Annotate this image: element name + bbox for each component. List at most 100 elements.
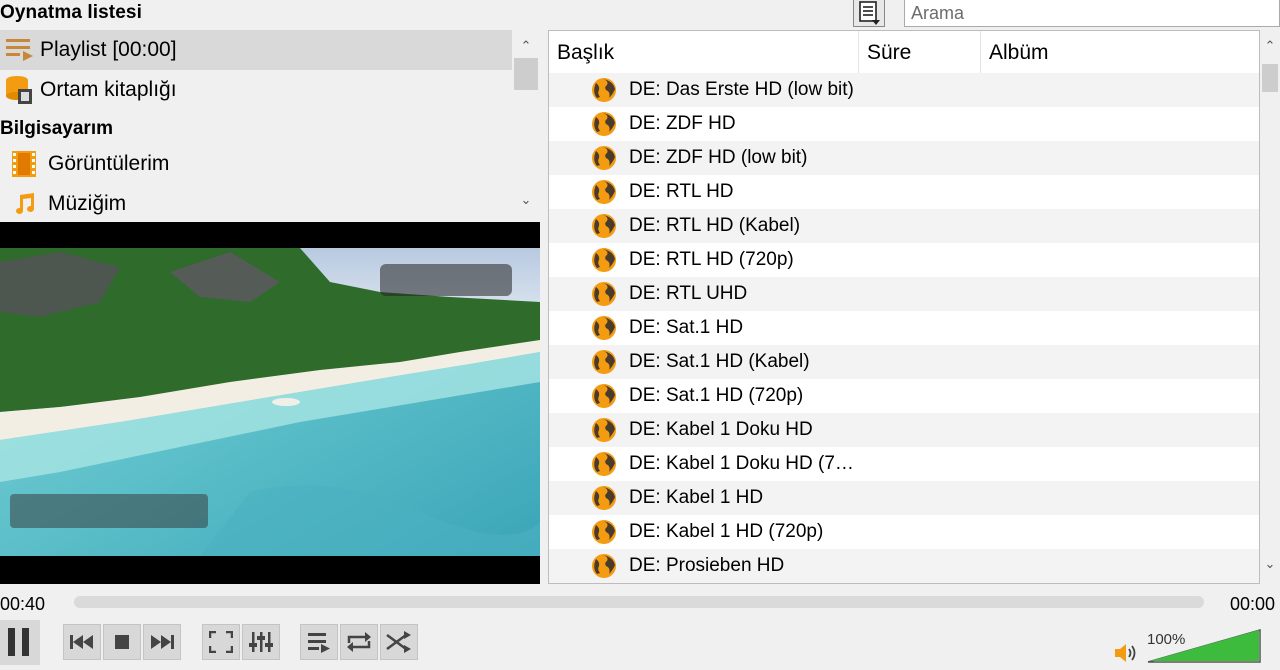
table-row[interactable]: DE: ZDF HD [549, 107, 1259, 141]
network-stream-icon [591, 145, 617, 177]
playlist-view-button[interactable] [853, 0, 885, 27]
table-row[interactable]: DE: RTL UHD [549, 277, 1259, 311]
playlist-toggle-icon [308, 633, 330, 653]
playlist-table: Başlık Süre Albüm DE: Das Erste HD (low … [548, 30, 1260, 584]
column-header-album[interactable]: Albüm [981, 31, 1259, 73]
row-title: DE: Prosieben HD [629, 555, 785, 576]
table-row[interactable]: DE: ZDF HD (low bit) [549, 141, 1259, 175]
network-stream-icon [591, 383, 617, 415]
time-total: 00:00 [1230, 594, 1276, 614]
row-title: DE: ZDF HD (low bit) [629, 147, 808, 168]
table-scroll-thumb[interactable] [1262, 64, 1278, 92]
time-elapsed: 00:40 [0, 594, 46, 614]
scroll-up-icon[interactable]: ⌃ [512, 38, 540, 54]
playlist-sidebar: Playlist [00:00] Ortam kitaplığı Bilgisa… [0, 30, 540, 220]
video-output[interactable] [0, 222, 540, 584]
row-title: DE: Sat.1 HD (720p) [629, 385, 804, 406]
row-title: DE: RTL HD [629, 181, 734, 202]
network-stream-icon [591, 179, 617, 211]
table-row[interactable]: DE: Kabel 1 Doku HD [549, 413, 1259, 447]
row-title: DE: RTL HD (Kabel) [629, 215, 801, 236]
table-row[interactable]: DE: Prosieben HD [549, 549, 1259, 583]
row-title: DE: Kabel 1 Doku HD (7… [629, 453, 854, 474]
equalizer-icon [249, 632, 273, 652]
fullscreen-button[interactable] [202, 624, 240, 660]
row-title: DE: Das Erste HD (low bit) [629, 79, 854, 100]
table-header: Başlık Süre Albüm [549, 31, 1259, 73]
table-row[interactable]: DE: Sat.1 HD (Kabel) [549, 345, 1259, 379]
toggle-playlist-button[interactable] [300, 624, 338, 660]
network-stream-icon [591, 349, 617, 381]
playlist-icon [0, 30, 40, 70]
table-row[interactable]: DE: Kabel 1 HD (720p) [549, 515, 1259, 549]
table-row[interactable]: DE: Sat.1 HD [549, 311, 1259, 345]
music-note-icon [0, 184, 48, 224]
seek-slider[interactable] [74, 596, 1204, 608]
network-stream-icon [591, 111, 617, 143]
sidebar-item-media-library[interactable]: Ortam kitaplığı [0, 70, 512, 110]
sidebar-item-music[interactable]: Müziğim [0, 184, 512, 224]
network-stream-icon [591, 213, 617, 245]
previous-icon [70, 635, 93, 649]
row-title: DE: Sat.1 HD (Kabel) [629, 351, 810, 372]
table-scrollbar[interactable]: ⌃ ⌄ [1260, 30, 1280, 584]
table-row[interactable]: DE: Kabel 1 Doku HD (7… [549, 447, 1259, 481]
sidebar-section-computer: Bilgisayarım [0, 118, 113, 139]
column-header-duration[interactable]: Süre [859, 31, 981, 73]
row-title: DE: Kabel 1 HD (720p) [629, 521, 824, 542]
media-library-icon [0, 70, 40, 110]
speaker-icon [1115, 644, 1136, 662]
sidebar-item-playlist[interactable]: Playlist [00:00] [0, 30, 512, 70]
pause-button[interactable] [0, 620, 40, 665]
video-frame [0, 248, 540, 584]
next-button[interactable] [143, 624, 181, 660]
sidebar-item-label: Ortam kitaplığı [40, 78, 177, 101]
sidebar-item-label: Müziğim [48, 192, 127, 215]
network-stream-icon [591, 485, 617, 517]
table-row[interactable]: DE: RTL HD (720p) [549, 243, 1259, 277]
network-stream-icon [591, 77, 617, 109]
network-stream-icon [591, 417, 617, 449]
previous-button[interactable] [63, 624, 101, 660]
table-row[interactable]: DE: RTL HD [549, 175, 1259, 209]
table-row[interactable]: DE: Das Erste HD (low bit) [549, 73, 1259, 107]
playlist-panel-title: Oynatma listesi [0, 2, 142, 23]
network-stream-icon [591, 281, 617, 313]
column-header-title[interactable]: Başlık [549, 31, 859, 73]
sidebar-item-label: Playlist [00:00] [40, 38, 177, 61]
pause-icon [8, 628, 29, 656]
row-title: DE: Kabel 1 Doku HD [629, 419, 813, 440]
table-row[interactable]: DE: RTL HD (Kabel) [549, 209, 1259, 243]
volume-slider[interactable] [1146, 628, 1262, 669]
stop-icon [115, 635, 129, 649]
shuffle-button[interactable] [380, 624, 418, 660]
scroll-down-icon[interactable]: ⌄ [512, 192, 540, 208]
list-view-icon [859, 1, 880, 25]
sidebar-item-videos[interactable]: Görüntülerim [0, 144, 512, 184]
fullscreen-icon [209, 631, 233, 653]
table-row[interactable]: DE: Kabel 1 HD [549, 481, 1259, 515]
network-stream-icon [591, 519, 617, 551]
network-stream-icon [591, 315, 617, 347]
next-icon [151, 635, 174, 649]
shuffle-icon [386, 631, 411, 653]
row-title: DE: ZDF HD [629, 113, 736, 134]
network-stream-icon [591, 247, 617, 279]
network-stream-icon [591, 553, 617, 583]
scroll-down-icon[interactable]: ⌄ [1260, 556, 1280, 572]
playlist-search-input[interactable] [904, 0, 1280, 27]
sidebar-scroll-thumb[interactable] [514, 58, 538, 90]
loop-button[interactable] [340, 624, 378, 660]
row-title: DE: RTL UHD [629, 283, 748, 304]
network-stream-icon [591, 451, 617, 483]
row-title: DE: Kabel 1 HD [629, 487, 764, 508]
row-title: DE: RTL HD (720p) [629, 249, 794, 270]
loop-icon [347, 632, 371, 652]
extended-settings-button[interactable] [242, 624, 280, 660]
row-title: DE: Sat.1 HD [629, 317, 744, 338]
sidebar-item-label: Görüntülerim [48, 152, 170, 175]
stop-button[interactable] [103, 624, 141, 660]
film-icon [0, 144, 48, 184]
scroll-up-icon[interactable]: ⌃ [1260, 38, 1280, 54]
table-row[interactable]: DE: Sat.1 HD (720p) [549, 379, 1259, 413]
